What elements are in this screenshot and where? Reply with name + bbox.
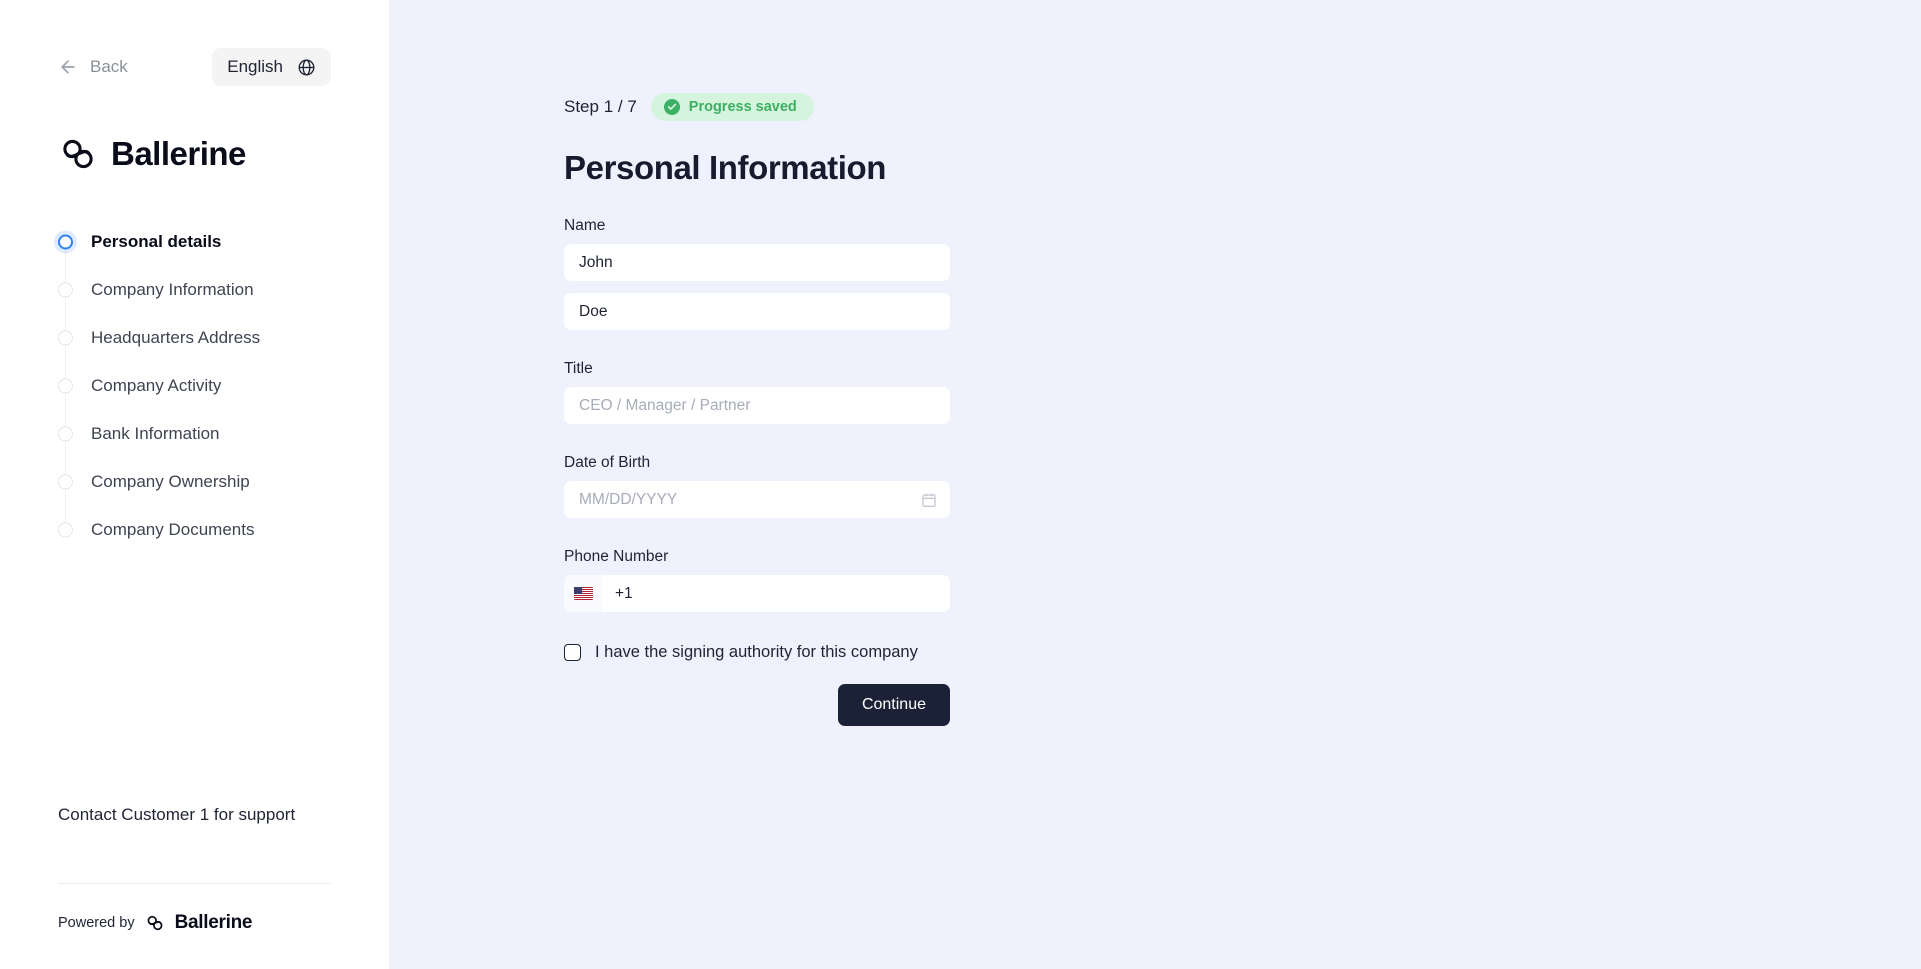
brand-name: Ballerine — [111, 135, 246, 172]
title-label: Title — [564, 360, 593, 377]
signing-authority-row: I have the signing authority for this co… — [564, 643, 950, 662]
signing-authority-label[interactable]: I have the signing authority for this co… — [595, 643, 918, 662]
main-content: Step 1 / 7 Progress saved Personal Infor… — [389, 0, 1921, 969]
check-circle-icon — [663, 99, 680, 115]
step-marker-icon — [58, 330, 73, 346]
powered-by-label: Powered by — [58, 915, 135, 931]
field-group-date-of-birth: Date of Birth — [564, 454, 950, 518]
title-input[interactable] — [564, 387, 950, 424]
phone-number-input[interactable] — [602, 575, 950, 612]
ballerine-logo-icon — [58, 134, 98, 174]
signing-authority-checkbox[interactable] — [564, 644, 581, 661]
sidebar-item-label: Company Ownership — [91, 472, 250, 491]
country-selector[interactable] — [564, 575, 602, 612]
step-status-row: Step 1 / 7 Progress saved — [564, 93, 950, 121]
last-name-input[interactable] — [564, 293, 950, 330]
step-marker-icon — [58, 378, 73, 394]
sidebar-item-label: Company Documents — [91, 520, 255, 539]
language-label: English — [227, 57, 283, 76]
field-group-phone: Phone Number — [564, 548, 950, 612]
phone-label: Phone Number — [564, 548, 669, 565]
step-marker-icon — [58, 474, 73, 490]
sidebar-item-label: Personal details — [91, 232, 222, 251]
step-marker-icon — [58, 426, 73, 442]
sidebar-item-company-documents[interactable]: Company Documents — [58, 506, 331, 554]
page-root: Back English Ballerine Personal details … — [0, 0, 1921, 969]
continue-button[interactable]: Continue — [837, 684, 950, 726]
name-label: Name — [564, 217, 606, 234]
date-of-birth-input[interactable] — [564, 481, 950, 518]
form-actions: Continue — [564, 684, 950, 726]
field-group-name: Name — [564, 217, 950, 330]
sidebar-item-company-activity[interactable]: Company Activity — [58, 362, 331, 434]
ballerine-logo-icon — [145, 913, 165, 933]
language-selector[interactable]: English — [212, 48, 331, 86]
sidebar-item-label: Company Activity — [91, 376, 222, 395]
step-marker-icon — [58, 522, 73, 538]
sidebar-item-company-ownership[interactable]: Company Ownership — [58, 458, 331, 530]
powered-by-brand: Ballerine — [174, 912, 253, 933]
sidebar-item-label: Headquarters Address — [91, 328, 261, 347]
status-badge-label: Progress saved — [688, 99, 797, 115]
back-label: Back — [90, 57, 128, 76]
sidebar: Back English Ballerine Personal details … — [0, 0, 389, 969]
sidebar-divider — [58, 883, 331, 884]
form-container: Step 1 / 7 Progress saved Personal Infor… — [564, 93, 950, 726]
globe-icon — [297, 58, 316, 77]
support-contact-text: Contact Customer 1 for support — [58, 805, 296, 824]
us-flag-icon — [573, 587, 593, 600]
date-of-birth-label: Date of Birth — [564, 454, 651, 471]
sidebar-header: Back English — [58, 48, 331, 86]
arrow-left-icon — [58, 57, 78, 77]
step-navigation: Personal details Company Information Hea… — [58, 218, 331, 554]
sidebar-item-company-information[interactable]: Company Information — [58, 266, 331, 338]
sidebar-item-headquarters-address[interactable]: Headquarters Address — [58, 314, 331, 386]
step-counter: Step 1 / 7 — [564, 97, 637, 116]
step-marker-icon — [58, 282, 73, 298]
sidebar-item-personal-details[interactable]: Personal details — [58, 218, 331, 290]
status-badge: Progress saved — [650, 93, 814, 121]
sidebar-item-bank-information[interactable]: Bank Information — [58, 410, 331, 482]
phone-input-row — [564, 575, 950, 612]
powered-by-footer: Powered by Ballerine — [58, 912, 331, 934]
step-marker-icon — [58, 234, 73, 250]
page-title: Personal Information — [564, 149, 887, 186]
first-name-input[interactable] — [564, 244, 950, 281]
sidebar-item-label: Company Information — [91, 280, 254, 299]
sidebar-item-label: Bank Information — [91, 424, 220, 443]
date-of-birth-wrapper — [564, 481, 950, 518]
field-group-title: Title — [564, 360, 950, 424]
brand-logo: Ballerine — [58, 134, 331, 174]
back-button[interactable]: Back — [58, 57, 128, 77]
